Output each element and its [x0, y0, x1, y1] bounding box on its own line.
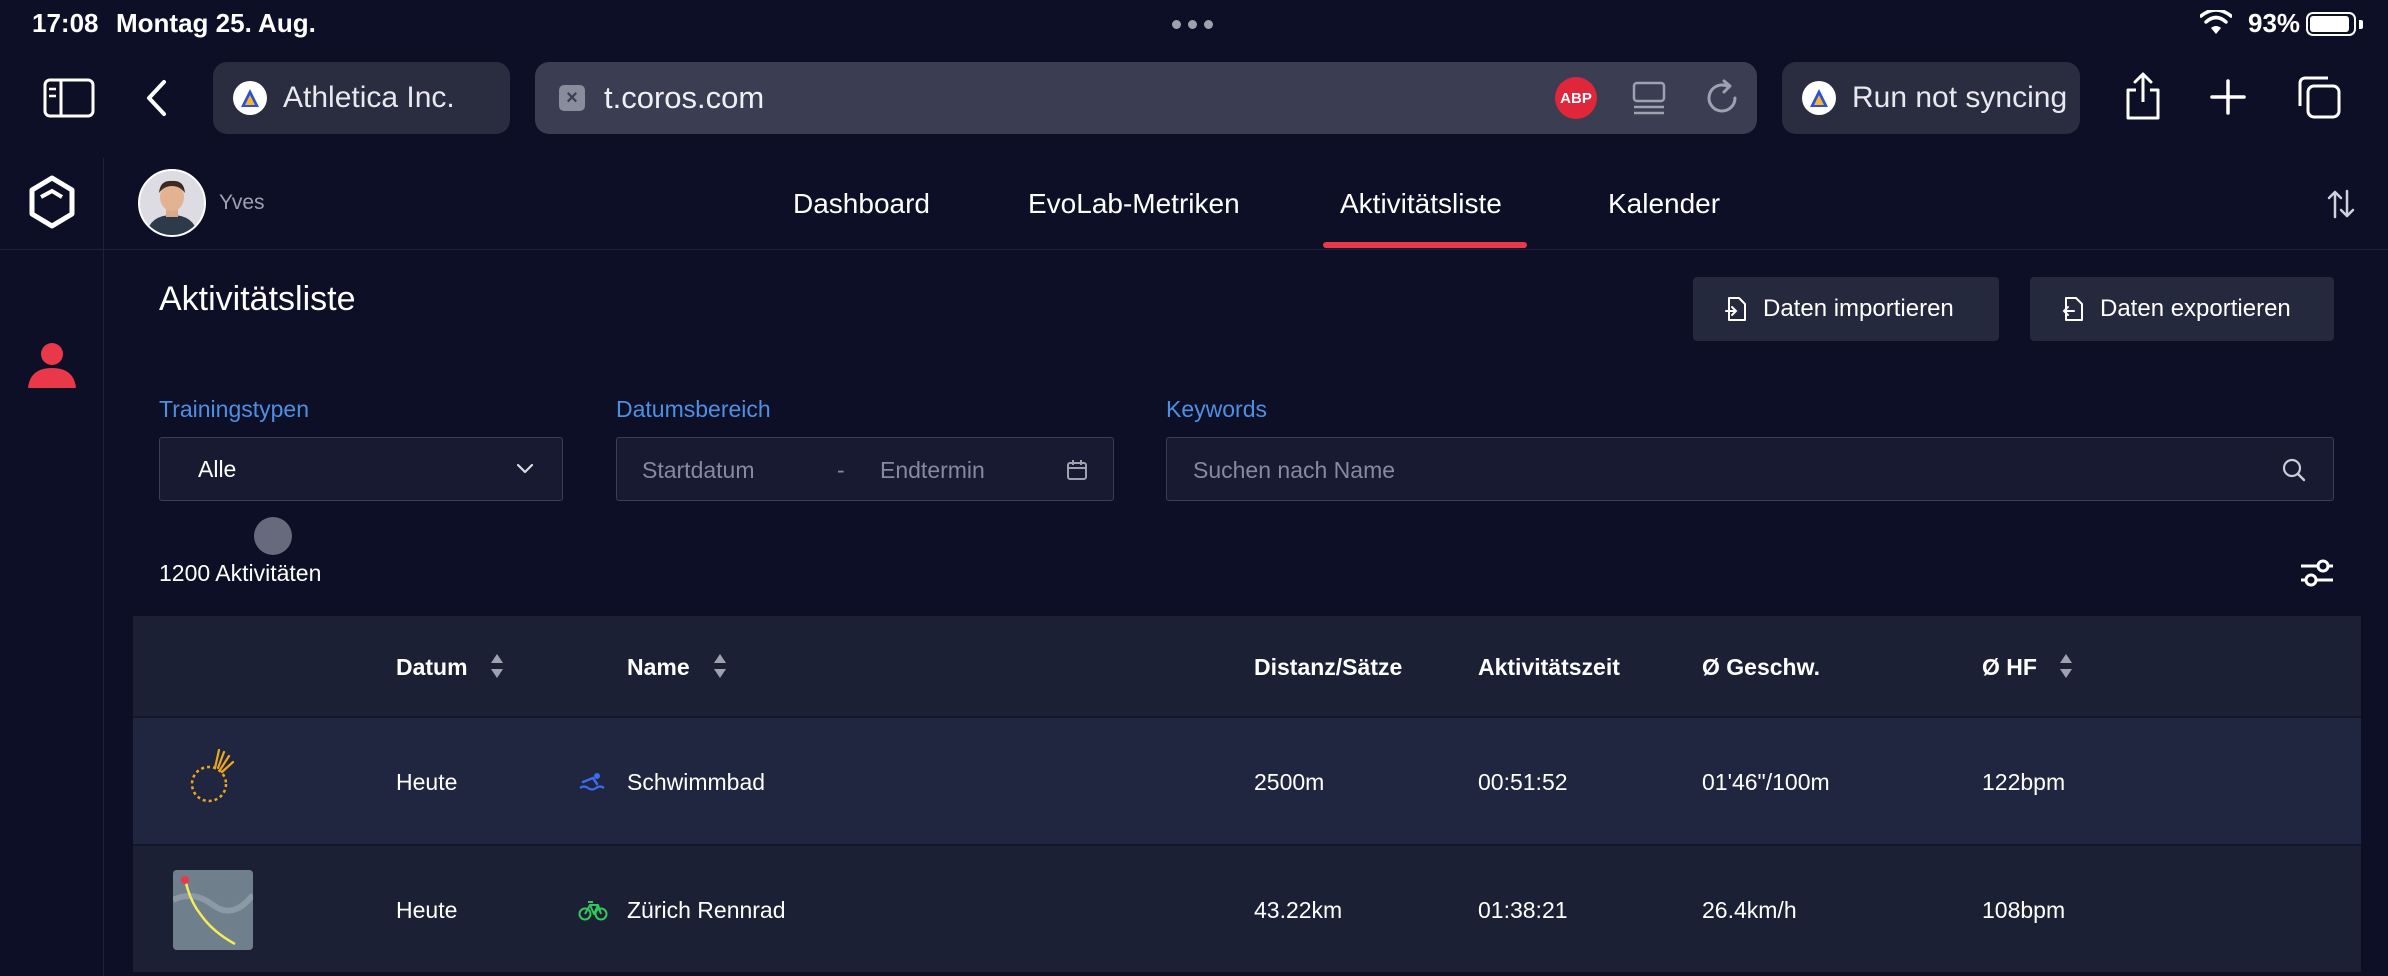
- training-type-label: Trainingstypen: [159, 396, 310, 422]
- header-distance: Distanz/Sätze: [1254, 654, 1403, 680]
- column-settings-icon[interactable]: [2298, 556, 2336, 590]
- tabs-overview-icon[interactable]: [2296, 74, 2342, 120]
- row-name[interactable]: Zürich Rennrad: [627, 897, 786, 924]
- battery-icon: [2306, 12, 2356, 36]
- table-row[interactable]: Heute Zürich Rennrad 43.22km 01:38:21 26…: [133, 844, 2361, 972]
- tab-run-not-syncing[interactable]: Run not syncing: [1782, 62, 2080, 134]
- multitasking-dots-icon[interactable]: [1172, 20, 1213, 29]
- share-icon[interactable]: [2122, 72, 2164, 122]
- row-name[interactable]: Schwimmbad: [627, 769, 765, 796]
- reload-icon[interactable]: [1703, 79, 1741, 117]
- keyword-search-field[interactable]: Suchen nach Name: [1166, 437, 2334, 501]
- status-time: 17:08: [32, 8, 99, 38]
- header-date[interactable]: Datum: [396, 654, 468, 681]
- tab-run-label: Run not syncing: [1852, 81, 2068, 114]
- route-map-thumbnail: [173, 870, 253, 950]
- import-data-button[interactable]: Daten importieren: [1693, 277, 1999, 341]
- sidebar-toggle-icon[interactable]: [42, 76, 96, 120]
- avatar[interactable]: [138, 169, 206, 237]
- battery-tip: [2359, 20, 2363, 29]
- nav-activity-list[interactable]: Aktivitätsliste: [1340, 188, 1502, 220]
- row-distance: 43.22km: [1254, 897, 1343, 923]
- reader-icon[interactable]: [1631, 80, 1667, 116]
- address-bar[interactable]: × t.coros.com ABP: [535, 62, 1757, 134]
- start-date-placeholder[interactable]: Startdatum: [642, 457, 755, 484]
- header-avg-speed: Ø Geschw.: [1702, 654, 1821, 680]
- sort-date-icon[interactable]: [490, 652, 504, 680]
- table-header: Datum Name Distanz/Sätze Aktivitätszeit …: [133, 616, 2361, 716]
- keywords-label: Keywords: [1166, 396, 1267, 422]
- nav-dashboard[interactable]: Dashboard: [793, 188, 930, 220]
- export-data-label: Daten exportieren: [2100, 295, 2291, 322]
- status-date: Montag 25. Aug.: [116, 8, 316, 38]
- tab-athletica-label: Athletica Inc.: [283, 81, 455, 114]
- date-separator: -: [837, 457, 845, 483]
- row-hr: 108bpm: [1982, 897, 2066, 923]
- header-activity-time: Aktivitätszeit: [1478, 654, 1620, 680]
- end-date-placeholder[interactable]: Endtermin: [880, 457, 985, 484]
- user-name: Yves: [219, 191, 265, 214]
- row-hr: 122bpm: [1982, 769, 2066, 795]
- training-type-select[interactable]: Alle: [159, 437, 563, 501]
- adblock-icon[interactable]: ABP: [1555, 77, 1597, 119]
- activity-count: 1200 Aktivitäten: [159, 560, 322, 586]
- athletica-favicon-icon: [233, 81, 267, 115]
- date-range-picker[interactable]: Startdatum - Endtermin: [616, 437, 1114, 501]
- row-date: Heute: [396, 769, 458, 795]
- row-date: Heute: [396, 897, 458, 923]
- battery-percent: 93%: [2248, 8, 2301, 38]
- header-name[interactable]: Name: [627, 654, 690, 681]
- profile-icon[interactable]: [24, 340, 80, 390]
- athletica-favicon-icon: [1802, 81, 1836, 115]
- import-data-label: Daten importieren: [1763, 295, 1954, 322]
- new-tab-icon[interactable]: [2208, 77, 2248, 117]
- wifi-icon: [2200, 10, 2232, 34]
- header-avg-hr[interactable]: Ø HF: [1982, 654, 2037, 681]
- chevron-down-icon: [516, 463, 534, 474]
- row-speed: 01'46"/100m: [1702, 769, 1830, 795]
- calendar-icon: [1067, 460, 1087, 480]
- row-time: 01:38:21: [1478, 897, 1568, 923]
- coros-logo-icon[interactable]: [26, 174, 78, 230]
- left-rail: [0, 158, 104, 976]
- nav-evolab-metrics[interactable]: EvoLab-Metriken: [1028, 188, 1240, 220]
- status-bar: 17:08 Montag 25. Aug. 93%: [0, 0, 2388, 48]
- search-input[interactable]: Suchen nach Name: [1193, 457, 1395, 484]
- row-speed: 26.4km/h: [1702, 897, 1797, 923]
- url-text: t.coros.com: [604, 80, 765, 115]
- toggle-knob[interactable]: [254, 517, 292, 555]
- bike-icon: [578, 901, 608, 921]
- export-data-button[interactable]: Daten exportieren: [2030, 277, 2334, 341]
- tab-athletica[interactable]: Athletica Inc.: [213, 62, 510, 134]
- nav-calendar[interactable]: Kalender: [1608, 188, 1720, 220]
- active-nav-indicator: [1323, 242, 1527, 248]
- activity-table: Datum Name Distanz/Sätze Aktivitätszeit …: [133, 616, 2361, 976]
- close-tab-icon[interactable]: ×: [559, 85, 585, 111]
- page-title: Aktivitätsliste: [159, 280, 356, 318]
- training-type-value: Alle: [198, 456, 237, 482]
- export-file-icon: [2062, 296, 2084, 322]
- swim-icon: [579, 773, 605, 791]
- sort-toggle-icon[interactable]: [2326, 188, 2356, 220]
- search-icon[interactable]: [2281, 457, 2307, 483]
- date-range-label: Datumsbereich: [616, 396, 771, 422]
- pool-swim-thumbnail-icon: [190, 748, 235, 803]
- row-distance: 2500m: [1254, 769, 1325, 795]
- table-row[interactable]: Heute Schwimmbad 2500m 00:51:52 01'46"/1…: [133, 716, 2361, 844]
- import-file-icon: [1725, 296, 1747, 322]
- back-icon[interactable]: [136, 76, 176, 120]
- sort-name-icon[interactable]: [713, 652, 727, 680]
- sort-hr-icon[interactable]: [2059, 652, 2073, 680]
- row-time: 00:51:52: [1478, 769, 1568, 795]
